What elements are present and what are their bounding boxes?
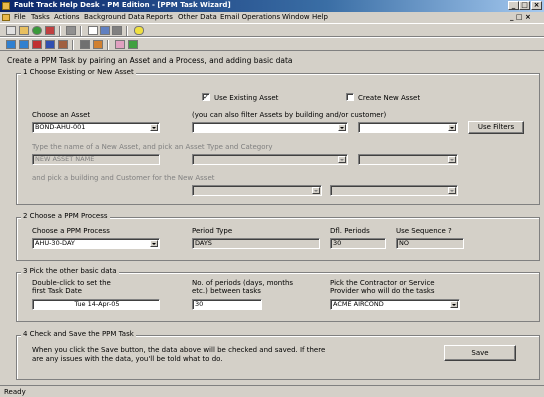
- section-asset-title: 1 Choose Existing or New Asset: [21, 68, 136, 76]
- arrow-left-icon[interactable]: [19, 40, 29, 49]
- menu-reports[interactable]: Reports: [146, 13, 173, 21]
- menu-bar: File Tasks Actions Background Data Repor…: [0, 12, 544, 23]
- minimize-button[interactable]: _: [508, 1, 519, 10]
- chevron-down-icon[interactable]: [448, 156, 456, 163]
- customer-filter-select[interactable]: [358, 122, 458, 133]
- building-customer-label: and pick a building and Customer for the…: [32, 174, 215, 182]
- menu-actions[interactable]: Actions: [54, 13, 80, 21]
- process-select[interactable]: AHU-30-DAY: [32, 238, 160, 249]
- paintbrush-icon[interactable]: [93, 40, 103, 49]
- use-existing-label: Use Existing Asset: [214, 94, 279, 102]
- first-date-label-2: first Task Date: [32, 287, 82, 295]
- dfl-periods-label: Dfl. Periods: [330, 227, 370, 235]
- section-basic-data-title: 3 Pick the other basic data: [21, 267, 119, 275]
- close-button[interactable]: ×: [531, 1, 542, 10]
- menu-tasks[interactable]: Tasks: [31, 13, 50, 21]
- use-sequence-label: Use Sequence ?: [396, 227, 452, 235]
- toolbar-bottom: [0, 37, 544, 51]
- grid-icon[interactable]: [100, 26, 110, 35]
- chevron-down-icon[interactable]: [448, 187, 456, 194]
- use-existing-checkbox[interactable]: ✓: [202, 93, 210, 101]
- period-type-field: DAYS: [192, 238, 320, 249]
- title-bar: Fault Track Help Desk - PM Edition - [PP…: [0, 0, 544, 12]
- filter-label: (you can also filter Assets by building …: [192, 111, 387, 119]
- asset-type-select[interactable]: [192, 154, 348, 165]
- use-sequence-field: NO: [396, 238, 464, 249]
- section-process-title: 2 Choose a PPM Process: [21, 212, 110, 220]
- create-new-checkbox[interactable]: [346, 93, 354, 101]
- doc-icon: [2, 14, 10, 21]
- status-text: Ready: [4, 388, 26, 396]
- menu-file[interactable]: File: [14, 13, 26, 21]
- new-asset-building-select[interactable]: [192, 185, 322, 196]
- choose-asset-label: Choose an Asset: [32, 111, 91, 119]
- periods-between-input[interactable]: 30: [192, 299, 262, 310]
- open-folder-icon[interactable]: [19, 26, 29, 35]
- contractor-label-1: Pick the Contractor or Service: [330, 279, 435, 287]
- new-asset-input[interactable]: NEW ASSET NAME: [32, 154, 160, 165]
- toolbar-separator: [59, 26, 61, 36]
- dfl-periods-field: 30: [330, 238, 386, 249]
- chart-icon[interactable]: [112, 26, 122, 35]
- menu-help[interactable]: Help: [312, 13, 328, 21]
- building-filter-select[interactable]: [192, 122, 348, 133]
- first-date-label-1: Double-click to set the: [32, 279, 111, 287]
- new-asset-label: Type the name of a New Asset, and pick a…: [32, 143, 273, 151]
- chevron-down-icon[interactable]: [338, 156, 346, 163]
- check-icon[interactable]: [128, 40, 138, 49]
- save-button[interactable]: Save: [444, 345, 516, 361]
- asset-category-select[interactable]: [358, 154, 458, 165]
- toolbar-separator: [80, 26, 82, 36]
- chevron-down-icon[interactable]: [450, 301, 458, 308]
- status-bar: Ready: [0, 385, 544, 397]
- choose-process-label: Choose a PPM Process: [32, 227, 110, 235]
- menu-window[interactable]: Window: [282, 13, 310, 21]
- menu-email-operations[interactable]: Email Operations: [220, 13, 280, 21]
- flag-blue-icon[interactable]: [45, 40, 55, 49]
- contractor-label-2: Provider who will do the tasks: [330, 287, 435, 295]
- new-task-icon[interactable]: [6, 26, 16, 35]
- new-asset-customer-select[interactable]: [330, 185, 458, 196]
- periods-between-label-1: No. of periods (days, months: [192, 279, 294, 287]
- print-icon[interactable]: [66, 26, 76, 35]
- use-filters-button[interactable]: Use Filters: [468, 121, 524, 134]
- chevron-down-icon[interactable]: [150, 240, 158, 247]
- periods-between-label-2: etc.) between tasks: [192, 287, 261, 295]
- contractor-select[interactable]: ACME AIRCOND: [330, 299, 460, 310]
- people-icon[interactable]: [58, 40, 68, 49]
- intro-text: Create a PPM Task by pairing an Asset an…: [7, 56, 293, 65]
- flag-red-icon[interactable]: [32, 40, 42, 49]
- save-instructions-1: When you click the Save button, the data…: [32, 346, 326, 354]
- save-instructions-2: are any issues with the data, you'll be …: [32, 355, 223, 363]
- asset-select[interactable]: BOND-AHU-001: [32, 122, 160, 133]
- lightbulb-icon[interactable]: [134, 26, 144, 35]
- first-task-date-field[interactable]: Tue 14-Apr-05: [32, 299, 160, 310]
- chevron-down-icon[interactable]: [338, 124, 346, 131]
- toolbar-top: [0, 23, 544, 37]
- child-window-controls[interactable]: _ □ ×: [510, 13, 531, 21]
- window-title: Fault Track Help Desk - PM Edition - [PP…: [14, 1, 231, 9]
- green-globe-icon[interactable]: [32, 26, 42, 35]
- section-save-title: 4 Check and Save the PPM Task: [21, 330, 136, 338]
- chevron-down-icon[interactable]: [150, 124, 158, 131]
- toolbar-separator: [126, 26, 128, 36]
- toolbar-separator: [72, 40, 74, 50]
- period-type-label: Period Type: [192, 227, 233, 235]
- arrow-right-icon[interactable]: [6, 40, 16, 49]
- menu-other-data[interactable]: Other Data: [178, 13, 217, 21]
- create-new-label: Create New Asset: [358, 94, 421, 102]
- toolbar-separator: [107, 40, 109, 50]
- menu-background-data[interactable]: Background Data: [84, 13, 145, 21]
- chevron-down-icon[interactable]: [448, 124, 456, 131]
- calendar-icon[interactable]: [45, 26, 55, 35]
- app-icon: [2, 2, 10, 10]
- printer-icon[interactable]: [80, 40, 90, 49]
- eraser-icon[interactable]: [115, 40, 125, 49]
- chevron-down-icon[interactable]: [312, 187, 320, 194]
- table-icon[interactable]: [88, 26, 98, 35]
- maximize-button[interactable]: □: [519, 1, 530, 10]
